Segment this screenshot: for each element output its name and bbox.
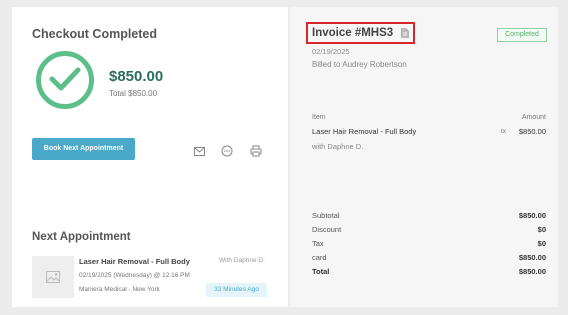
summary-value: $850.00 xyxy=(518,267,546,276)
book-next-appointment-button[interactable]: Book Next Appointment xyxy=(32,138,135,160)
appointment-service[interactable]: Laser Hair Removal - Full Body xyxy=(79,257,190,266)
checkmark-icon xyxy=(36,51,94,109)
print-icon[interactable] xyxy=(249,144,263,158)
table-header-amount: Amount xyxy=(521,114,546,121)
summary-value: $0 xyxy=(537,225,546,234)
invoice-title-highlight: Invoice #MHS3 xyxy=(306,22,415,44)
summary-label: Tax xyxy=(312,239,324,248)
checkout-panel: Checkout Completed $850.00 Total $850.00… xyxy=(12,7,288,307)
invoice-status-badge: Completed xyxy=(497,28,547,42)
appointment-datetime: 02/19/2025 (Wednesday) @ 12:16 PM xyxy=(79,272,190,279)
appointment-image-placeholder xyxy=(32,256,74,298)
image-icon xyxy=(46,271,60,283)
table-header-item: Item xyxy=(312,114,326,121)
checkout-title: Checkout Completed xyxy=(32,27,158,41)
summary-label: Subtotal xyxy=(312,211,340,220)
invoice-panel: Invoice #MHS3 Completed 02/19/2025 Bille… xyxy=(290,7,558,307)
appointment-provider: With Daphne D. xyxy=(219,257,265,264)
chat-icon[interactable] xyxy=(220,144,234,158)
invoice-title: Invoice #MHS3 xyxy=(312,27,394,39)
line-item-provider: with Daphne D. xyxy=(312,142,364,151)
summary-label: Discount xyxy=(312,225,342,234)
checkout-amount: $850.00 xyxy=(109,68,164,85)
summary-value: $850.00 xyxy=(518,211,546,220)
line-item-tax-flag: tx xyxy=(500,128,506,135)
document-icon[interactable] xyxy=(401,28,409,38)
invoice-date: 02/19/2025 xyxy=(312,47,350,56)
checkout-total: Total $850.00 xyxy=(109,89,158,98)
line-item-amount: $850.00 xyxy=(518,127,546,136)
mail-icon[interactable] xyxy=(192,144,206,158)
invoice-billed-to: Billed to Audrey Robertson xyxy=(312,60,407,69)
appointment-time-badge: 33 Minutes Ago xyxy=(206,283,267,297)
summary-label: card xyxy=(312,253,327,262)
line-item-name: Laser Hair Removal - Full Body xyxy=(312,127,417,136)
appointment-location: Maniera Medical · New York xyxy=(79,286,160,293)
summary-value: $850.00 xyxy=(518,253,546,262)
summary-label: Total xyxy=(312,267,330,276)
summary-value: $0 xyxy=(537,239,546,248)
next-appointment-title: Next Appointment xyxy=(32,231,131,243)
